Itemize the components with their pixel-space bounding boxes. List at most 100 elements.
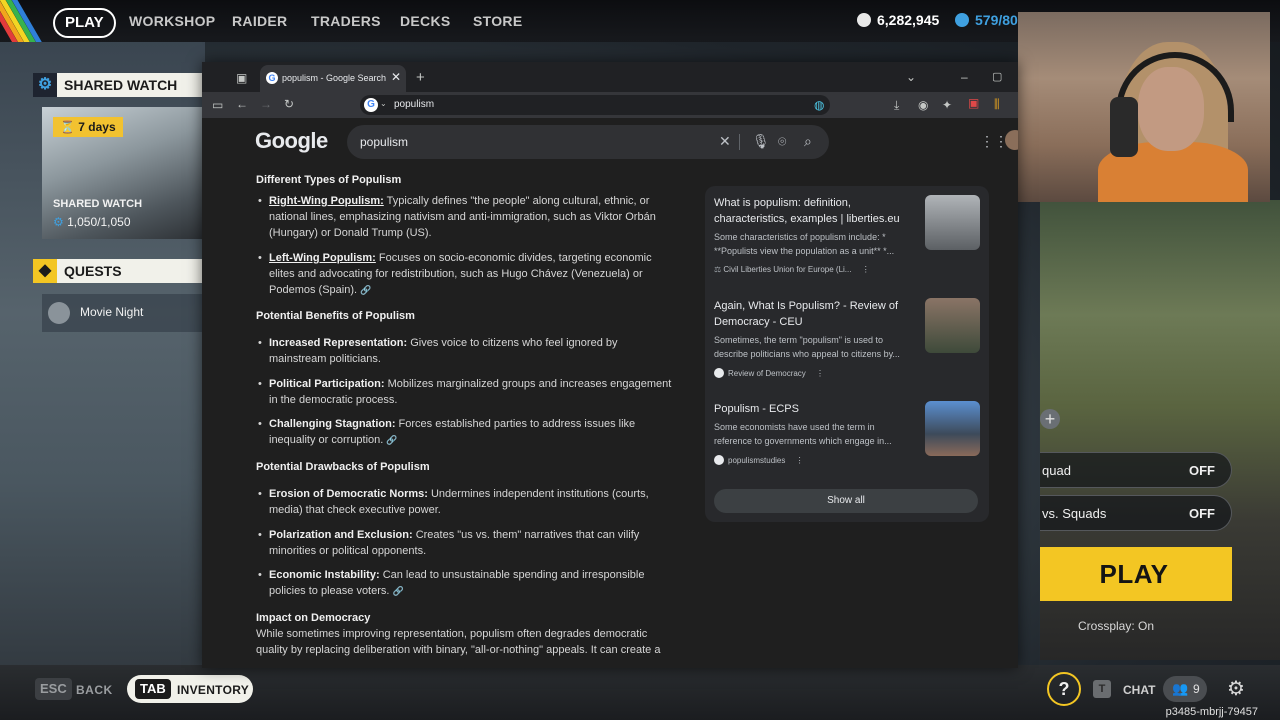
browser-window: ▣ G populism - Google Search ✕ + ⌄ – ▢ ▭… <box>202 62 1018 668</box>
sidebar-toggle-icon[interactable]: ▭ <box>212 98 223 112</box>
source-card[interactable]: Populism - ECPS Some economists have use… <box>714 401 984 491</box>
reload-icon[interactable]: ↻ <box>284 97 294 111</box>
minimize-icon[interactable]: – <box>961 70 968 84</box>
source-site: populismstudies ⋮ <box>714 455 804 465</box>
source-snippet: Some characteristics of populism include… <box>714 232 895 256</box>
squad-label: quad <box>1042 463 1071 478</box>
microphone-icon[interactable]: 🎙 <box>752 133 770 150</box>
squad-value: OFF <box>1189 463 1215 478</box>
esc-key[interactable]: ESC <box>35 678 72 700</box>
play-button[interactable]: PLAY <box>1040 547 1232 601</box>
rainbow-logo-icon <box>0 0 44 42</box>
tab-search-icon[interactable]: ▣ <box>236 71 247 85</box>
friends-icon: 👥 <box>1172 681 1189 696</box>
settings-gear-icon[interactable]: ⚙ <box>1222 675 1250 703</box>
forward-arrow-icon[interactable]: → <box>260 97 272 111</box>
inventory-button[interactable]: TAB INVENTORY <box>127 675 253 703</box>
friends-count: 9 <box>1193 682 1200 696</box>
clear-search-icon[interactable]: ✕ <box>719 133 731 150</box>
source-snippet: Sometimes, the term "populism" is used t… <box>714 335 900 359</box>
crossplay-status: Crossplay: On <box>1078 619 1155 633</box>
link-icon: 🔗 <box>360 285 372 295</box>
credits-value: 579/80 <box>975 12 1018 28</box>
coins-display: 6,282,945 <box>857 12 939 28</box>
quest-label: Movie Night <box>80 305 144 319</box>
squad-toggle[interactable]: quad OFF <box>1040 452 1232 488</box>
divider <box>739 134 740 150</box>
google-icon: G <box>364 98 378 112</box>
tab-key: TAB <box>135 679 171 699</box>
chat-label[interactable]: CHAT <box>1123 683 1155 697</box>
nav-play-button[interactable]: PLAY <box>53 8 116 38</box>
back-label[interactable]: BACK <box>76 683 113 697</box>
nav-workshop[interactable]: WORKSHOP <box>129 13 215 29</box>
nav-decks[interactable]: DECKS <box>400 13 451 29</box>
nav-store[interactable]: STORE <box>473 13 522 29</box>
quest-icon: ◆ <box>33 259 57 283</box>
source-card[interactable]: Again, What Is Populism? - Review of Dem… <box>714 298 984 388</box>
tab-google-search[interactable]: G populism - Google Search ✕ <box>260 65 406 92</box>
shared-watch-header: ⚙ SHARED WATCH <box>33 73 205 97</box>
browser-toolbar: ▭ ← → ↻ G ⌄ populism ◍ ⤓ ◉ ✦ ▣ ⫼ <box>202 92 1018 118</box>
new-tab-icon[interactable]: + <box>416 69 425 86</box>
more-options-icon: ⋮ <box>795 456 804 465</box>
source-card[interactable]: What is populism: definition, characteri… <box>714 195 984 285</box>
source-thumbnail[interactable] <box>925 401 980 456</box>
source-title[interactable]: Populism - ECPS <box>714 401 914 417</box>
account-icon[interactable]: ◉ <box>918 98 928 112</box>
download-icon[interactable]: ⤓ <box>894 98 899 113</box>
vs-squads-value: OFF <box>1189 506 1215 521</box>
search-icon[interactable]: ⌕ <box>804 133 812 150</box>
shared-watch-title: SHARED WATCH <box>53 198 143 210</box>
nav-raider[interactable]: RAIDER <box>232 13 287 29</box>
source-title[interactable]: What is populism: definition, characteri… <box>714 195 914 227</box>
quest-item-movie-night[interactable]: Movie Night <box>42 294 205 332</box>
heading-benefits: Potential Benefits of Populism <box>256 310 415 322</box>
search-box[interactable]: populism ✕ 🎙 ⌾ ⌕ <box>347 125 829 159</box>
friends-button[interactable]: 👥 9 <box>1163 676 1207 702</box>
session-id: p3485-mbrjj-79457 <box>1165 706 1258 718</box>
shared-watch-card[interactable]: ⏳ 7 days SHARED WATCH ⚙ 1,050/1,050 <box>42 107 205 239</box>
timer-badge: ⏳ 7 days <box>53 117 123 137</box>
google-favicon-icon: G <box>266 72 278 84</box>
source-thumbnail[interactable] <box>925 195 980 250</box>
tab-close-icon[interactable]: ✕ <box>391 70 401 84</box>
tab-title: populism - Google Search <box>282 73 387 83</box>
extensions-icon[interactable]: ✦ <box>942 98 952 112</box>
sources-panel: What is populism: definition, characteri… <box>705 186 989 522</box>
tab-list-chevron-icon[interactable]: ⌄ <box>906 70 916 84</box>
source-title[interactable]: Again, What Is Populism? - Review of Dem… <box>714 298 914 330</box>
extension-badge-icon[interactable]: ▣ <box>968 96 979 110</box>
quests-header: ◆ QUESTS <box>33 259 205 283</box>
show-all-button[interactable]: Show all <box>714 489 978 513</box>
shared-watch-count: ⚙ 1,050/1,050 <box>53 215 131 229</box>
search-query: populism <box>360 135 409 149</box>
source-snippet: Some economists have used the term in re… <box>714 422 892 446</box>
nav-traders[interactable]: TRADERS <box>311 13 381 29</box>
source-site: Review of Democracy ⋮ <box>714 368 824 378</box>
source-thumbnail[interactable] <box>925 298 980 353</box>
webcam-overlay <box>1018 12 1270 202</box>
camera-lens-icon[interactable]: ⌾ <box>778 133 786 150</box>
help-button[interactable]: ? <box>1047 672 1081 706</box>
microphone-icon <box>1110 97 1138 157</box>
extension-bars-icon[interactable]: ⫼ <box>994 97 1000 112</box>
bullet-stagnation: Challenging Stagnation: Forces establish… <box>258 416 674 448</box>
address-bar[interactable]: G ⌄ populism ◍ <box>360 95 830 115</box>
heading-drawbacks: Potential Drawbacks of Populism <box>256 461 430 473</box>
inventory-label: INVENTORY <box>177 683 250 697</box>
maximize-icon[interactable]: ▢ <box>992 70 1002 83</box>
back-arrow-icon[interactable]: ← <box>236 97 248 111</box>
avatar[interactable] <box>1005 130 1018 150</box>
google-logo[interactable]: Google <box>255 128 328 154</box>
add-squad-icon[interactable]: + <box>1040 409 1060 429</box>
vs-squads-toggle[interactable]: vs. Squads OFF <box>1040 495 1232 531</box>
chevron-down-icon: ⌄ <box>380 99 387 108</box>
address-text: populism <box>394 99 435 110</box>
credit-icon <box>955 13 969 27</box>
bullet-representation: Increased Representation: Gives voice to… <box>258 335 674 367</box>
gear-icon: ⚙ <box>53 215 64 229</box>
translate-globe-icon[interactable]: ◍ <box>814 98 824 112</box>
credits-display: 579/80 <box>955 12 1018 28</box>
chat-key[interactable]: T <box>1093 680 1111 698</box>
